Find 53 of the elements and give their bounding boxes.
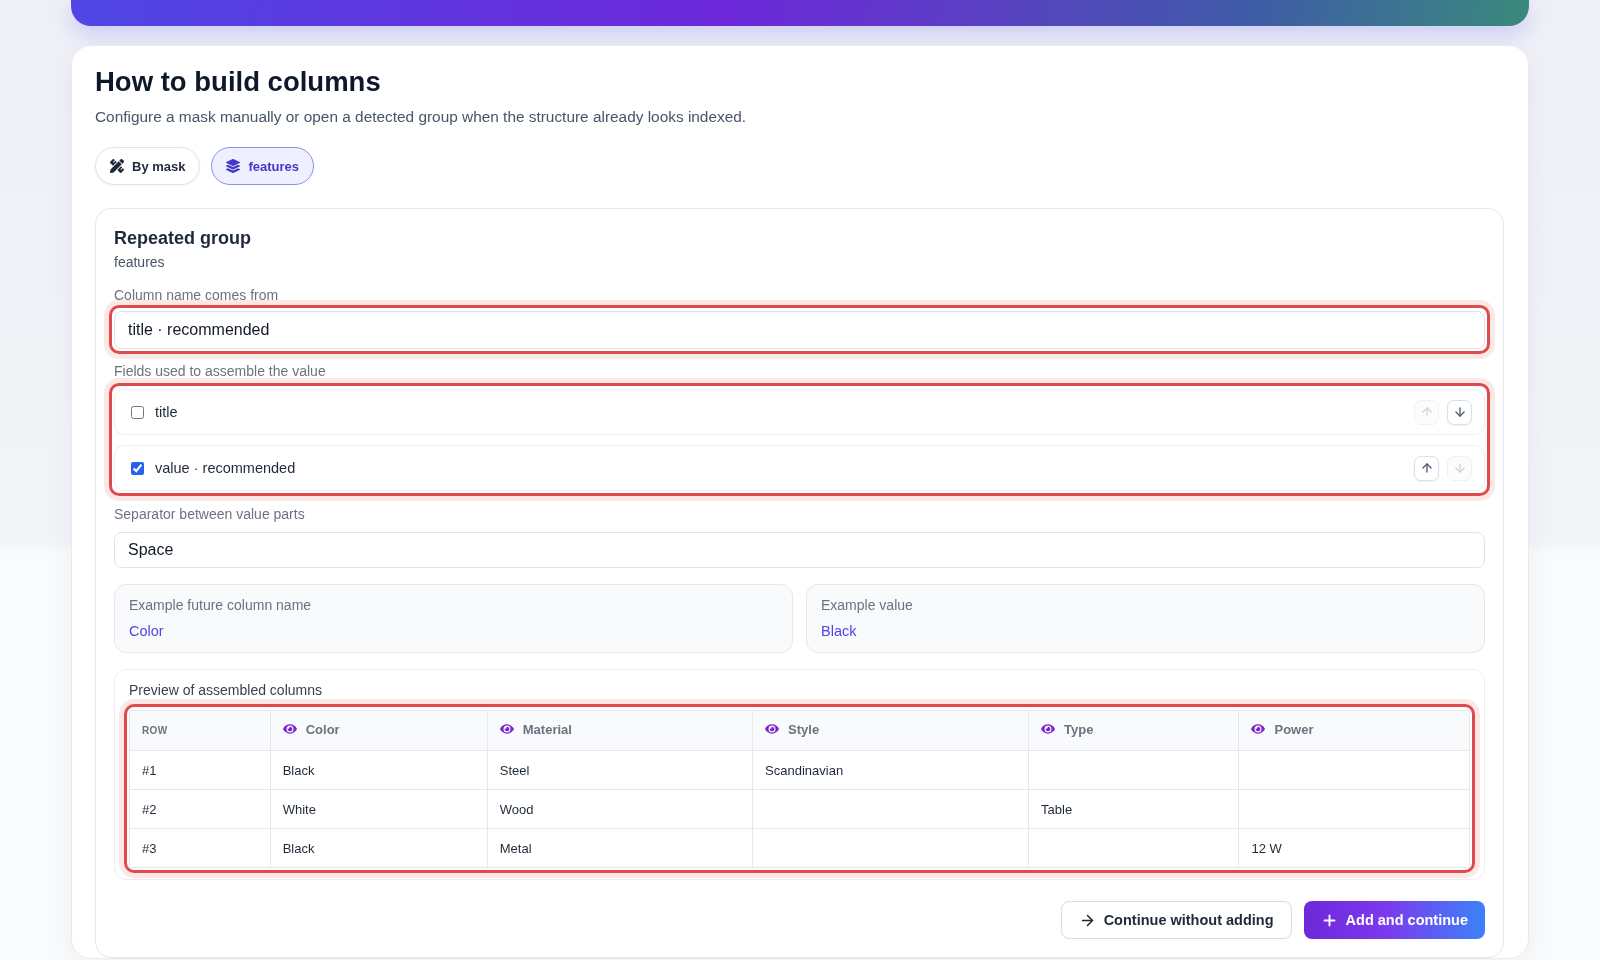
move-down-button[interactable] <box>1447 399 1472 425</box>
page-title: How to build columns <box>95 65 382 99</box>
eye-icon <box>1041 722 1056 737</box>
arrow-up-icon <box>1419 461 1434 475</box>
preview-title: Preview of assembled columns <box>129 681 323 700</box>
field-option-label: title <box>155 404 179 420</box>
example-value: Color <box>129 622 165 641</box>
eye-icon <box>499 722 514 737</box>
field-option-label: value · recommended <box>155 460 297 476</box>
pencil-ruler-icon <box>110 159 124 173</box>
column-header-label: Color <box>305 721 340 737</box>
table-cell: Table <box>1028 789 1239 829</box>
eye-icon <box>282 722 297 737</box>
column-header-label: Material <box>522 721 572 737</box>
table-cell: Wood <box>487 789 753 829</box>
separator-field[interactable]: Space <box>114 532 1485 568</box>
table-cell: White <box>270 789 488 829</box>
page-subtitle: Configure a mask manually or open a detected group when the structure already looks indexed. <box>95 107 748 127</box>
checkbox[interactable] <box>131 405 144 419</box>
group-name: features <box>114 253 166 272</box>
continue-button[interactable]: Continue without adding <box>1060 901 1292 939</box>
table-cell: #1 <box>129 750 271 790</box>
table-cell: Metal <box>487 828 753 868</box>
add-and-continue-button[interactable]: Add and continue <box>1303 901 1485 939</box>
eye-icon <box>1251 722 1266 737</box>
table-cell: #3 <box>129 828 271 868</box>
layers-icon <box>226 159 241 173</box>
table-cell: Black <box>270 828 488 868</box>
table-cell: 12 W <box>1239 828 1470 868</box>
panel-title: Repeated group <box>114 227 252 250</box>
field-label: Separator between value parts <box>114 505 306 524</box>
table-cell: #2 <box>129 789 271 829</box>
example-label: Example value <box>821 596 914 615</box>
arrow-up-icon <box>1419 405 1434 419</box>
column-header-label: Style <box>788 721 820 737</box>
column-name-field[interactable]: title · recommended <box>114 311 1485 349</box>
table-cell: Black <box>270 750 488 790</box>
checkbox[interactable] <box>131 461 144 475</box>
field-label: Fields used to assemble the value <box>114 362 327 381</box>
column-header-label: Type <box>1064 721 1094 737</box>
column-header: ROW <box>129 710 271 751</box>
mode-tab[interactable]: features <box>211 147 315 185</box>
field-label: Column name comes from <box>114 286 280 305</box>
eye-icon <box>765 722 780 737</box>
move-up-button[interactable] <box>1414 455 1439 481</box>
arrow-down-icon <box>1452 405 1467 419</box>
table-cell: Steel <box>487 750 753 790</box>
mode-tab[interactable]: By mask <box>95 147 201 185</box>
example-value: Black <box>821 622 858 641</box>
column-header-label: Power <box>1274 721 1314 737</box>
example-label: Example future column name <box>129 596 313 615</box>
table-cell: Scandinavian <box>752 750 1029 790</box>
arrow-down-icon <box>1452 461 1467 475</box>
